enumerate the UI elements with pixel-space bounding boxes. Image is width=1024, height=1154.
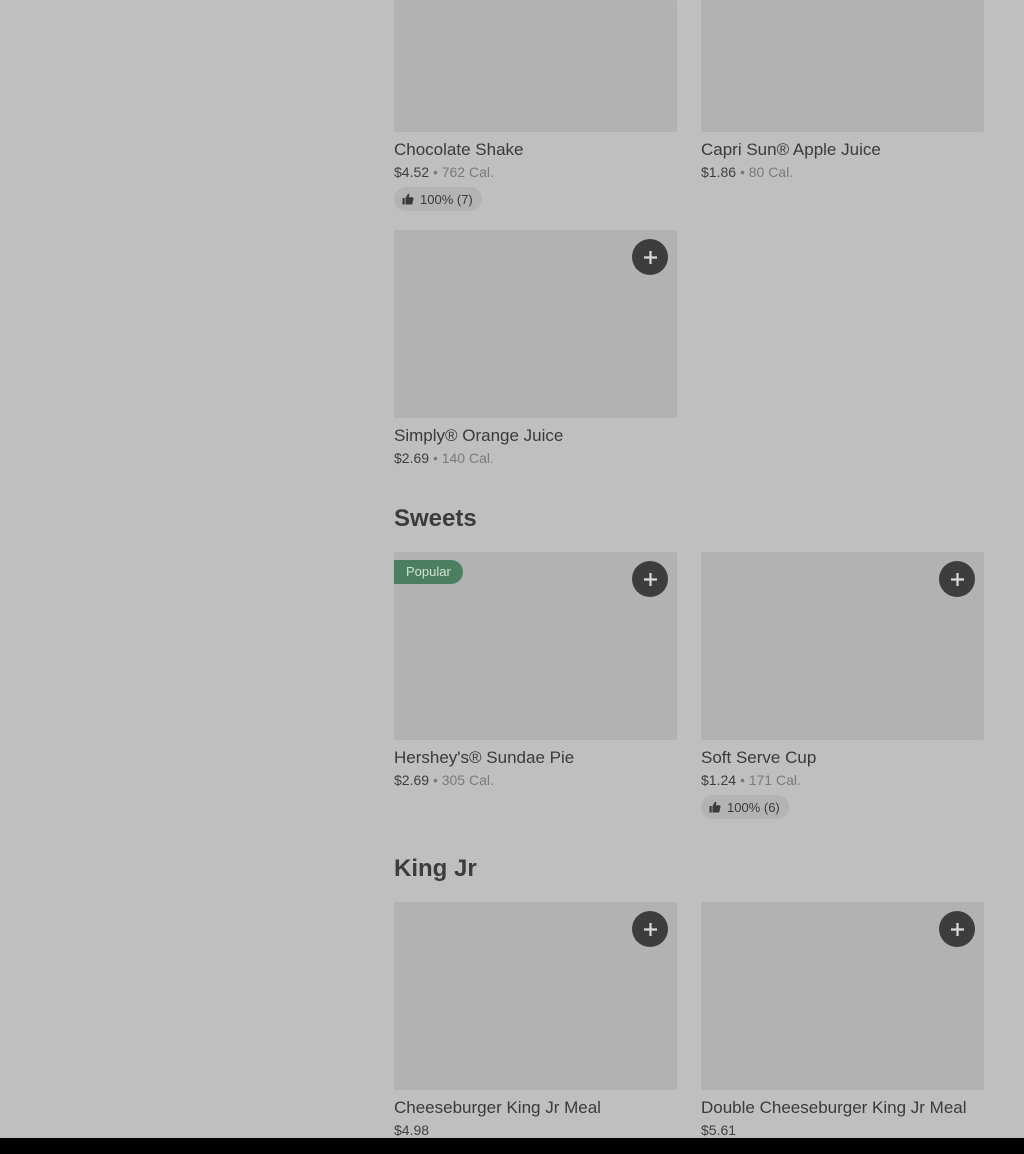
item-meta: $2.69 • 305 Cal.: [394, 770, 677, 790]
item-name: Hershey's® Sundae Pie: [394, 748, 575, 767]
meta-separator: •: [432, 772, 438, 788]
plus-icon: [643, 922, 657, 936]
add-to-cart-button[interactable]: [939, 561, 975, 597]
item-price: $4.52: [394, 164, 430, 180]
add-to-cart-button[interactable]: [632, 561, 668, 597]
item-meta: $1.86 • 80 Cal.: [701, 162, 984, 182]
meta-separator: •: [432, 450, 438, 466]
item-name: Simply® Orange Juice: [394, 426, 564, 445]
menu-page: Chocolate Shake $4.52 • 762 Cal. 100% (7…: [0, 0, 1024, 1154]
item-meta: $2.69 • 140 Cal.: [394, 448, 677, 468]
plus-icon: [643, 250, 657, 264]
menu-item-card[interactable]: Soft Serve Cup $1.24 • 171 Cal. 100% (6): [701, 552, 984, 819]
item-name: Chocolate Shake: [394, 140, 524, 159]
meta-separator: •: [739, 164, 745, 180]
item-calories: 171 Cal.: [748, 772, 801, 788]
plus-icon: [950, 922, 964, 936]
popular-badge: Popular: [394, 560, 463, 584]
item-image: [701, 552, 984, 740]
item-price: $4.98: [394, 1122, 430, 1138]
bottom-bar: [0, 1138, 1024, 1154]
item-meta: $4.98: [394, 1120, 677, 1140]
item-calories: 140 Cal.: [441, 450, 494, 466]
item-image: [394, 230, 677, 418]
item-meta: $1.24 • 171 Cal.: [701, 770, 984, 790]
item-calories: 80 Cal.: [748, 164, 794, 180]
plus-icon: [643, 572, 657, 586]
item-price: $2.69: [394, 772, 430, 788]
rating-text: 100% (7): [420, 191, 473, 207]
item-name: Soft Serve Cup: [701, 748, 817, 767]
add-to-cart-button[interactable]: [632, 911, 668, 947]
section-title-sweets: Sweets: [394, 505, 477, 532]
item-price: $1.86: [701, 164, 737, 180]
add-to-cart-button[interactable]: [939, 911, 975, 947]
thumbs-up-icon: [402, 193, 414, 205]
meta-separator: •: [739, 772, 745, 788]
item-price: $2.69: [394, 450, 430, 466]
item-meta: $4.52 • 762 Cal.: [394, 162, 677, 182]
item-image: [701, 902, 984, 1090]
add-to-cart-button[interactable]: [632, 239, 668, 275]
menu-item-card[interactable]: Cheeseburger King Jr Meal $4.98: [394, 902, 677, 1140]
menu-item-card[interactable]: Capri Sun® Apple Juice $1.86 • 80 Cal.: [701, 0, 984, 182]
plus-icon: [950, 572, 964, 586]
item-image: [394, 902, 677, 1090]
item-calories: 762 Cal.: [441, 164, 494, 180]
rating-badge: 100% (7): [394, 187, 482, 211]
section-title-king-jr: King Jr: [394, 855, 477, 882]
menu-item-card[interactable]: Chocolate Shake $4.52 • 762 Cal. 100% (7…: [394, 0, 677, 211]
item-price: $5.61: [701, 1122, 737, 1138]
menu-item-card[interactable]: Double Cheeseburger King Jr Meal $5.61: [701, 902, 984, 1140]
item-price: $1.24: [701, 772, 737, 788]
item-image: [701, 0, 984, 132]
menu-item-card[interactable]: Simply® Orange Juice $2.69 • 140 Cal.: [394, 230, 677, 468]
item-image: Popular: [394, 552, 677, 740]
thumbs-up-icon: [709, 801, 721, 813]
menu-item-card[interactable]: Popular Hershey's® Sundae Pie $2.69 • 30…: [394, 552, 677, 790]
item-calories: 305 Cal.: [441, 772, 494, 788]
item-name: Capri Sun® Apple Juice: [701, 140, 881, 159]
rating-text: 100% (6): [727, 799, 780, 815]
item-name: Double Cheeseburger King Jr Meal: [701, 1098, 967, 1117]
item-name: Cheeseburger King Jr Meal: [394, 1098, 601, 1117]
item-image: [394, 0, 677, 132]
item-meta: $5.61: [701, 1120, 984, 1140]
meta-separator: •: [432, 164, 438, 180]
rating-badge: 100% (6): [701, 795, 789, 819]
